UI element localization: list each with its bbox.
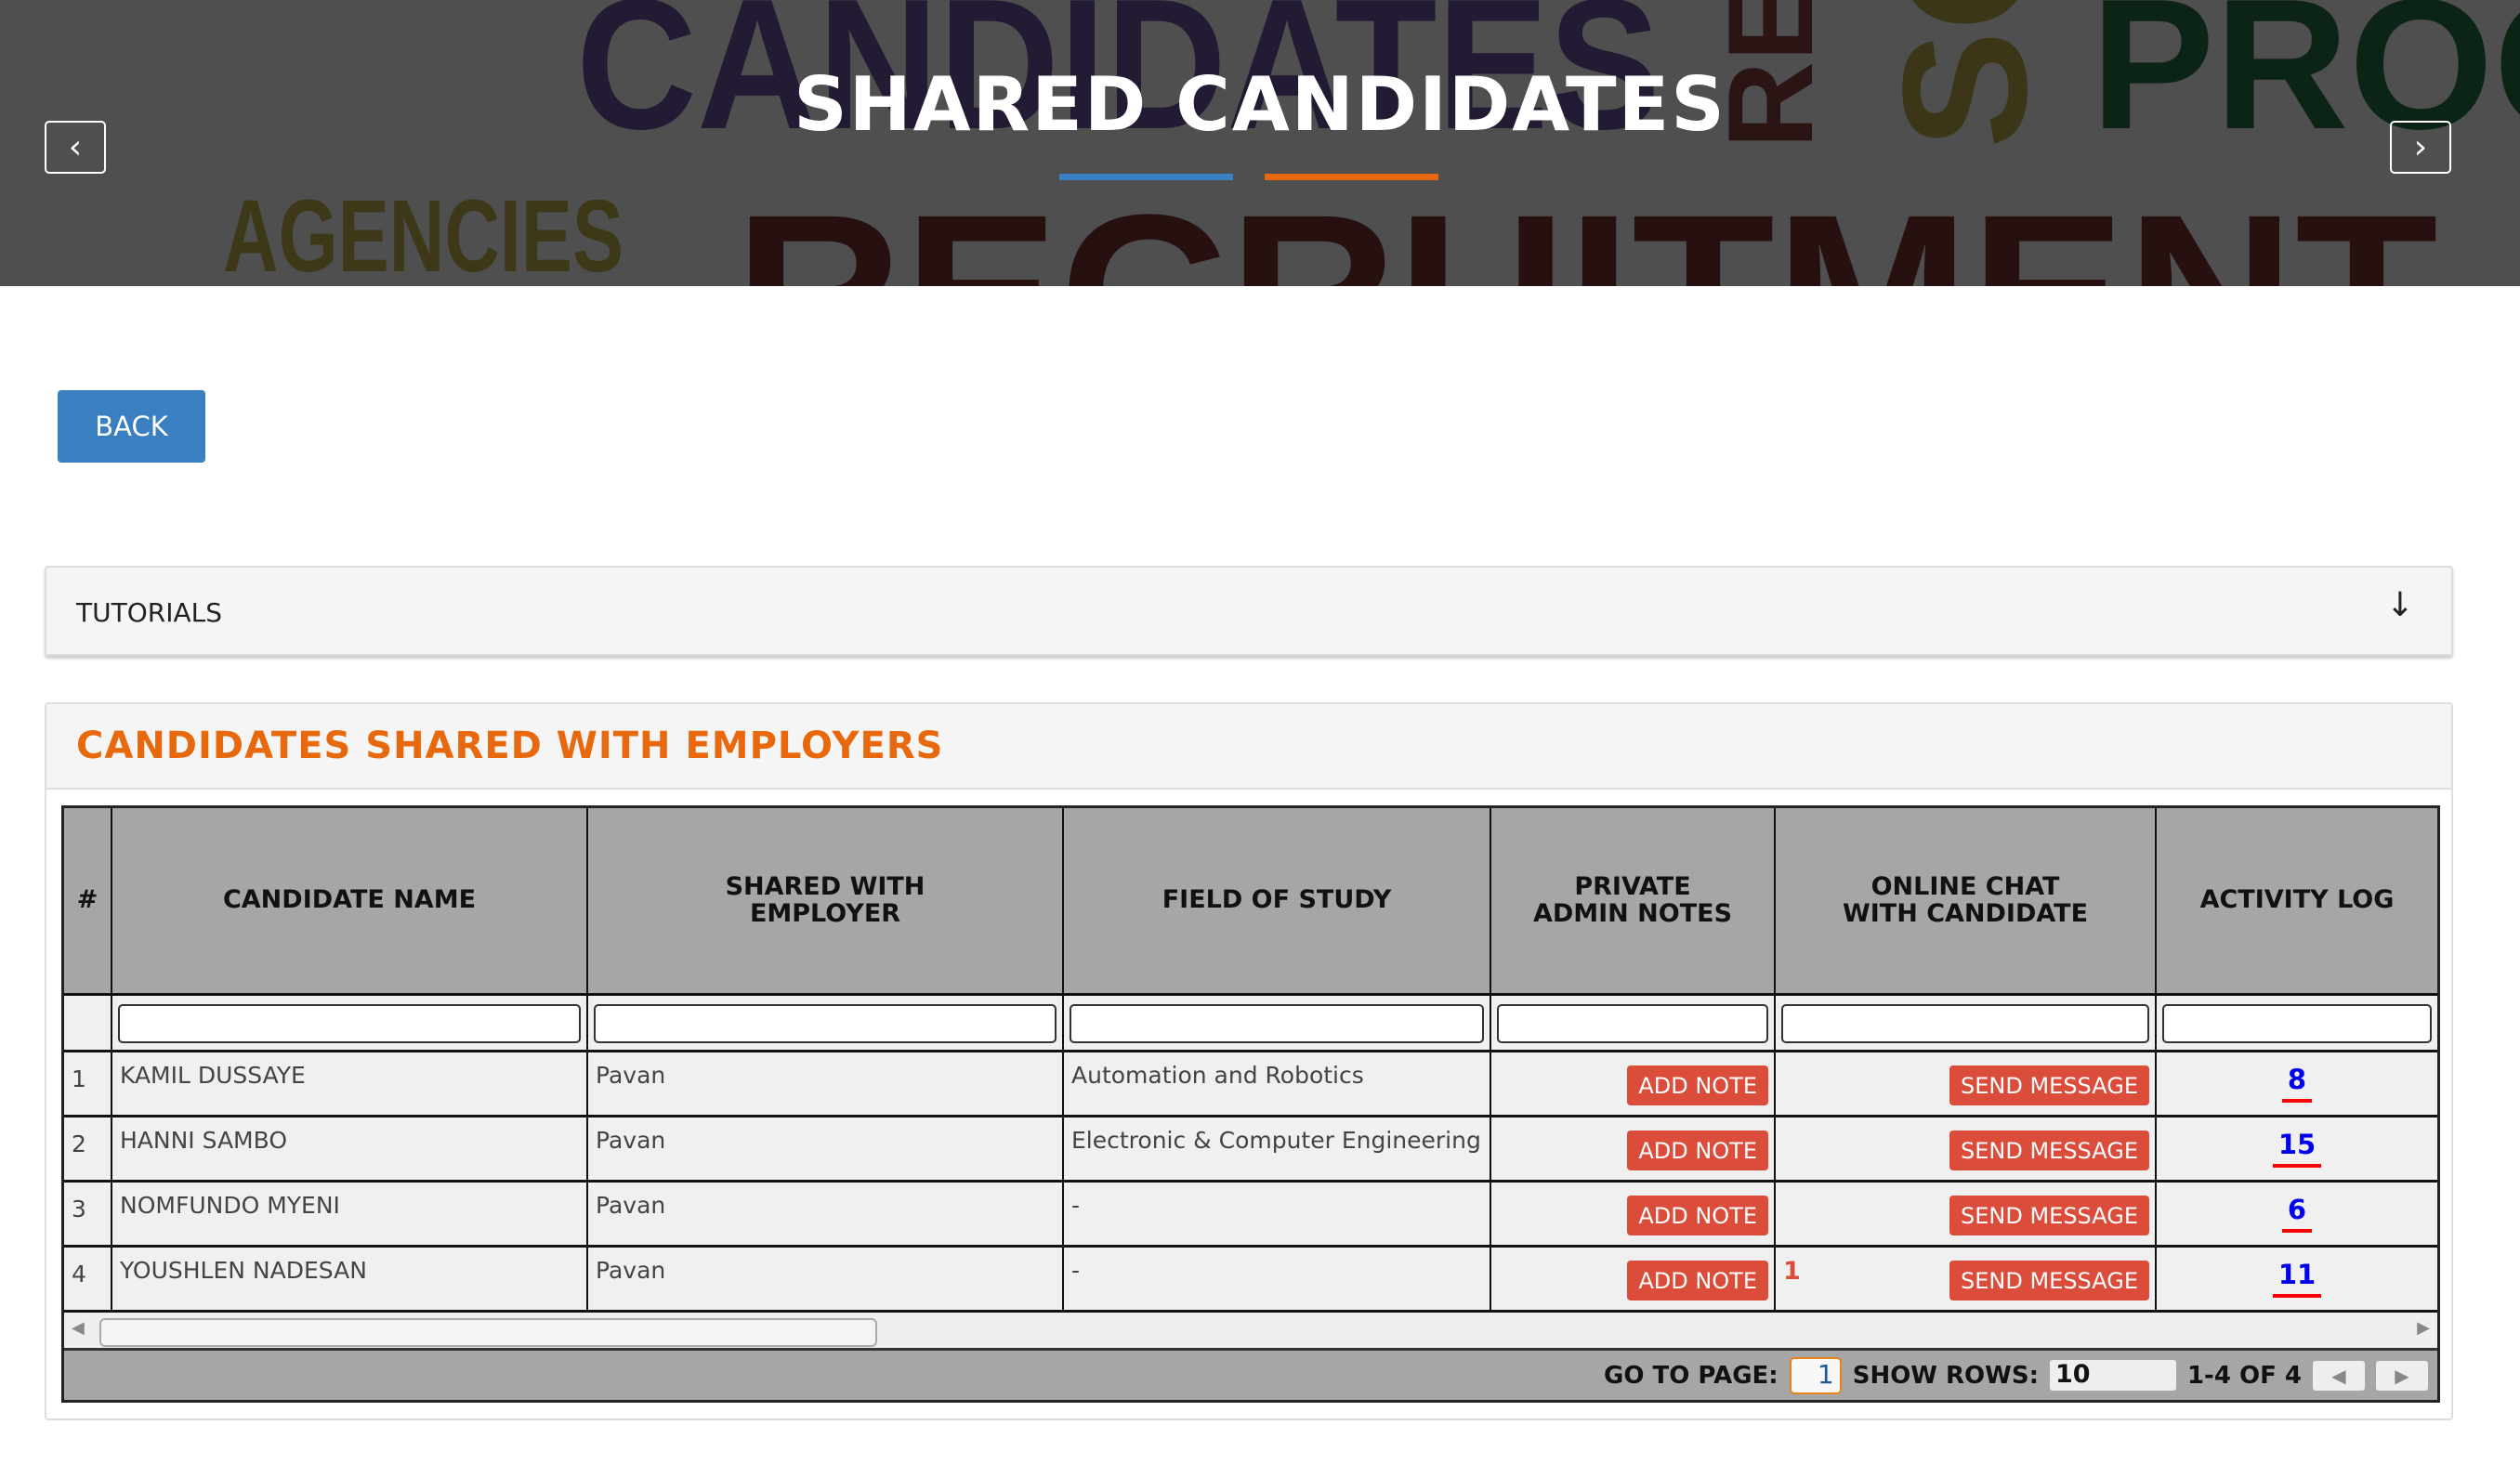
- pagination-bar: GO TO PAGE: 1 SHOW ROWS: 10 1-4 OF 4 ◀ ▶: [64, 1351, 2437, 1400]
- scrollbar-thumb[interactable]: [99, 1318, 877, 1347]
- field-of-study: Automation and Robotics: [1071, 1062, 1364, 1089]
- next-slide-button[interactable]: ›: [2390, 121, 2451, 174]
- col-header-notes[interactable]: PRIVATE ADMIN NOTES: [1491, 808, 1776, 993]
- accent-bar-orange: [1265, 174, 1438, 180]
- add-note-button[interactable]: ADD NOTE: [1627, 1131, 1768, 1170]
- prev-page-button[interactable]: ◀: [2313, 1360, 2365, 1391]
- send-message-button[interactable]: SEND MESSAGE: [1949, 1196, 2149, 1235]
- row-index: 1: [72, 1065, 86, 1092]
- add-note-button[interactable]: ADD NOTE: [1627, 1196, 1768, 1235]
- filter-chat-input[interactable]: [1781, 1004, 2149, 1043]
- add-note-button[interactable]: ADD NOTE: [1627, 1065, 1768, 1105]
- horizontal-scrollbar[interactable]: ◀ ▶: [64, 1313, 2437, 1351]
- chevron-left-icon: ‹: [68, 128, 83, 166]
- show-rows-label: SHOW ROWS:: [1852, 1361, 2039, 1390]
- page-input[interactable]: 1: [1789, 1356, 1842, 1394]
- filter-notes-input[interactable]: [1497, 1004, 1768, 1043]
- prev-slide-button[interactable]: ‹: [45, 121, 106, 174]
- filter-employer-input[interactable]: [594, 1004, 1057, 1043]
- row-index: 2: [72, 1131, 86, 1157]
- col-header-name[interactable]: CANDIDATE NAME: [112, 808, 588, 993]
- send-message-button[interactable]: SEND MESSAGE: [1949, 1065, 2149, 1105]
- filter-field-input[interactable]: [1070, 1004, 1484, 1043]
- activity-log-link[interactable]: 8: [2281, 1064, 2313, 1103]
- add-note-button[interactable]: ADD NOTE: [1627, 1261, 1768, 1301]
- table-row[interactable]: 3 NOMFUNDO MYENI Pavan - ADD NOTE SEND M…: [64, 1183, 2437, 1248]
- filter-log-input[interactable]: [2162, 1004, 2432, 1043]
- send-message-button[interactable]: SEND MESSAGE: [1949, 1261, 2149, 1301]
- back-button[interactable]: BACK: [58, 390, 205, 463]
- tutorials-label: TUTORIALS: [76, 597, 222, 628]
- arrow-down-icon[interactable]: ↓: [2386, 586, 2414, 624]
- filter-row: [64, 996, 2437, 1052]
- send-message-button[interactable]: SEND MESSAGE: [1949, 1131, 2149, 1170]
- accent-bar-blue: [1059, 174, 1233, 180]
- shared-employer: Pavan: [596, 1062, 666, 1089]
- candidate-name: NOMFUNDO MYENI: [120, 1192, 340, 1219]
- col-header-log[interactable]: ACTIVITY LOG: [2157, 808, 2437, 993]
- row-index: 3: [72, 1196, 86, 1222]
- col-header-chat[interactable]: ONLINE CHAT WITH CANDIDATE: [1776, 808, 2157, 993]
- page-range: 1-4 OF 4: [2186, 1361, 2302, 1390]
- activity-log-link[interactable]: 6: [2281, 1194, 2313, 1233]
- activity-log-link[interactable]: 15: [2272, 1129, 2322, 1168]
- bg-word: RECRUITMENT: [734, 181, 2438, 286]
- next-page-button[interactable]: ▶: [2376, 1360, 2428, 1391]
- go-to-page-label: GO TO PAGE:: [1604, 1361, 1778, 1390]
- scroll-left-icon[interactable]: ◀: [72, 1318, 85, 1338]
- shared-employer: Pavan: [596, 1257, 666, 1284]
- col-header-field[interactable]: FIELD OF STUDY: [1064, 808, 1491, 993]
- table-row[interactable]: 1 KAMIL DUSSAYE Pavan Automation and Rob…: [64, 1052, 2437, 1118]
- caret-right-icon: ▶: [2395, 1364, 2409, 1387]
- filter-name-input[interactable]: [118, 1004, 581, 1043]
- section-title: CANDIDATES SHARED WITH EMPLOYERS: [46, 704, 2451, 790]
- shared-employer: Pavan: [596, 1127, 666, 1154]
- table-row[interactable]: 4 YOUSHLEN NADESAN Pavan - ADD NOTE 1 SEN…: [64, 1248, 2437, 1313]
- table-header: # CANDIDATE NAME SHARED WITH EMPLOYER FI…: [64, 808, 2437, 996]
- tutorials-accordion[interactable]: TUTORIALS ↓: [45, 566, 2453, 656]
- caret-left-icon: ◀: [2331, 1364, 2346, 1387]
- candidate-name: HANNI SAMBO: [120, 1127, 288, 1154]
- col-header-index[interactable]: #: [64, 808, 112, 993]
- rows-per-page-select[interactable]: 10: [2049, 1360, 2176, 1391]
- chevron-right-icon: ›: [2413, 128, 2428, 166]
- candidate-name: YOUSHLEN NADESAN: [120, 1257, 367, 1284]
- shared-employer: Pavan: [596, 1192, 666, 1219]
- field-of-study: Electronic & Computer Engineering: [1071, 1127, 1481, 1154]
- activity-log-link[interactable]: 11: [2272, 1259, 2322, 1298]
- bg-word: AGENCIES: [223, 179, 623, 287]
- col-header-employer[interactable]: SHARED WITH EMPLOYER: [588, 808, 1064, 993]
- scroll-right-icon[interactable]: ▶: [2417, 1318, 2430, 1338]
- row-index: 4: [72, 1261, 86, 1287]
- candidate-name: KAMIL DUSSAYE: [120, 1062, 306, 1089]
- hero-banner: CANDIDATES RE SO PROC AGENCIES RECRUITME…: [0, 0, 2520, 286]
- unread-count: 1: [1783, 1257, 1801, 1286]
- table-row[interactable]: 2 HANNI SAMBO Pavan Electronic & Compute…: [64, 1118, 2437, 1183]
- page-title: SHARED CANDIDATES: [794, 61, 1726, 148]
- field-of-study: -: [1071, 1257, 1081, 1284]
- candidates-table: # CANDIDATE NAME SHARED WITH EMPLOYER FI…: [61, 805, 2440, 1403]
- field-of-study: -: [1071, 1192, 1081, 1219]
